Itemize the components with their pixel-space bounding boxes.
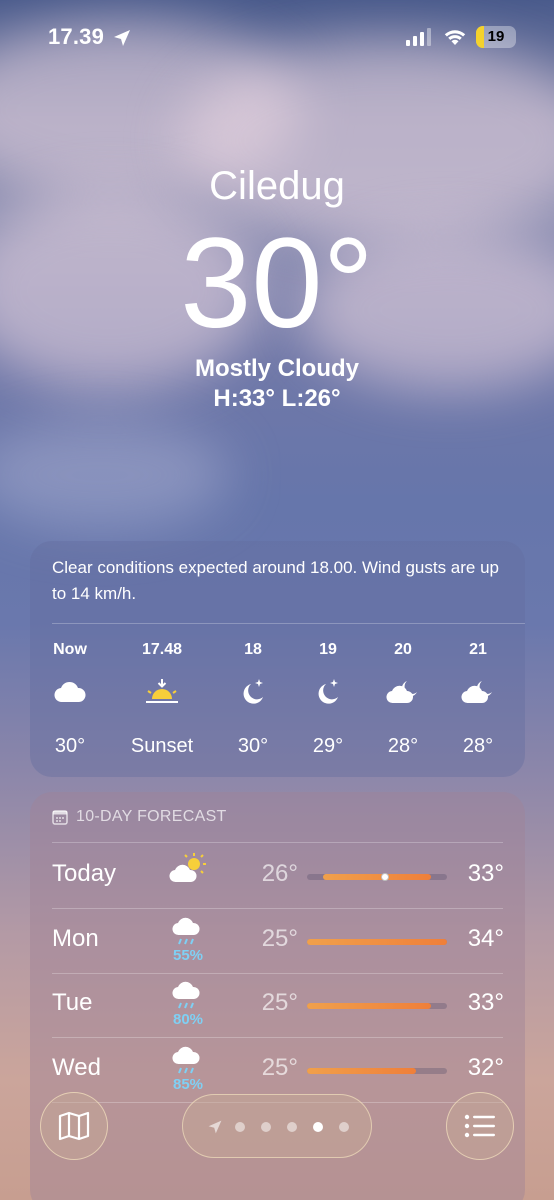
list-icon: [464, 1114, 495, 1138]
page-dot[interactable]: [261, 1122, 271, 1132]
day-name: Mon: [52, 925, 99, 952]
hour-label: 17.48: [141, 641, 183, 658]
high-temperature: 33°: [467, 860, 504, 887]
low-temperature: 26°: [261, 860, 298, 887]
hour-temperature: 29°: [312, 735, 344, 757]
location-arrow-icon: [208, 1120, 222, 1134]
status-bar: 17.39 19: [0, 0, 554, 72]
wifi-icon: [444, 30, 466, 45]
precipitation-chance: 55%: [172, 947, 204, 964]
current-temperature-dot: [380, 873, 389, 881]
low-temperature: 25°: [261, 989, 298, 1016]
temperature-range-track: [307, 1003, 447, 1009]
day-name: Tue: [52, 989, 93, 1016]
hourly-item: 18 30°: [213, 641, 293, 758]
temperature-range-bar: [307, 1068, 416, 1074]
hour-temperature: 28°: [462, 735, 494, 757]
page-dot[interactable]: [287, 1122, 297, 1132]
location-arrow-icon: [114, 30, 130, 46]
low-temperature: 25°: [261, 925, 298, 952]
map-icon: [58, 1111, 90, 1141]
map-button[interactable]: [40, 1092, 108, 1160]
precipitation-chance: 80%: [172, 1011, 204, 1028]
day-name: Wed: [52, 1054, 101, 1081]
cloud-icon: [54, 681, 86, 703]
calendar-icon: [52, 810, 68, 825]
day-name: Today: [52, 860, 117, 887]
hourly-item: 17.48 Sunset: [122, 641, 202, 758]
status-time: 17.39: [48, 24, 105, 49]
day-row[interactable]: Mon 55% 25° 34°: [30, 909, 525, 973]
day-row[interactable]: Today 26° 33°: [30, 844, 525, 908]
hour-label: 19: [319, 641, 337, 658]
high-temperature: 32°: [467, 1054, 504, 1081]
hourly-item: 20 28°: [363, 641, 443, 758]
hour-temperature: Sunset: [130, 735, 194, 757]
temperature-range-bar: [307, 939, 447, 945]
current-temperature: 30°: [180, 212, 374, 355]
ten-day-header: 10-DAY FORECAST: [52, 808, 227, 826]
temperature-range-track: [307, 873, 447, 881]
hour-label: 18: [244, 641, 262, 658]
day-row[interactable]: Tue 80% 25° 33°: [30, 973, 525, 1037]
hourly-item: 19 29°: [288, 641, 368, 758]
divider: [52, 623, 525, 624]
low-temperature: 25°: [261, 1054, 298, 1081]
moon-stars-icon: [243, 679, 263, 704]
day-row[interactable]: Wed 85% 25° 32°: [30, 1038, 525, 1102]
temperature-range-bar: [322, 874, 432, 880]
cloud-moon-icon: [461, 681, 492, 704]
hourly-forecast-card[interactable]: Clear conditions expected around 18.00. …: [30, 541, 525, 777]
high-low-temperature: H:33° L:26°: [213, 385, 341, 412]
hour-label: 20: [394, 641, 412, 658]
page-dot[interactable]: [235, 1122, 245, 1132]
divider: [52, 842, 503, 843]
hour-label: Now: [53, 641, 87, 658]
hour-temperature: 30°: [54, 735, 86, 757]
hour-temperature: 30°: [237, 735, 269, 757]
battery-percentage: 19: [487, 28, 505, 45]
high-temperature: 34°: [467, 925, 504, 952]
high-temperature: 33°: [467, 989, 504, 1016]
hour-temperature: 28°: [387, 735, 419, 757]
precipitation-chance: 85%: [172, 1076, 204, 1093]
temperature-range-track: [307, 1068, 447, 1074]
current-condition: Mostly Cloudy: [194, 355, 359, 382]
sunset-icon: [146, 679, 178, 703]
city-list-button[interactable]: [446, 1092, 514, 1160]
moon-stars-icon: [318, 679, 338, 704]
hourly-item: Now 30°: [30, 641, 110, 758]
temperature-range-bar: [307, 1003, 432, 1009]
page-dot[interactable]: [313, 1122, 323, 1132]
cloud-rain-icon: [172, 917, 200, 945]
cloud-sun-icon: [169, 853, 206, 883]
hourly-item: 21 28°: [438, 641, 518, 758]
cellular-signal-icon: [406, 28, 431, 46]
page-dot[interactable]: [339, 1122, 349, 1132]
cloud-rain-icon: [172, 981, 200, 1009]
hour-label: 21: [469, 641, 487, 658]
city-name: Ciledug: [209, 164, 345, 208]
cloud-rain-icon: [172, 1046, 200, 1074]
page-indicator[interactable]: [182, 1094, 372, 1158]
battery-indicator: 19: [476, 26, 516, 48]
forecast-summary: Clear conditions expected around 18.00. …: [52, 558, 499, 603]
ten-day-title: 10-DAY FORECAST: [76, 808, 227, 825]
temperature-range-track: [307, 939, 447, 945]
cloud-moon-icon: [386, 681, 417, 704]
